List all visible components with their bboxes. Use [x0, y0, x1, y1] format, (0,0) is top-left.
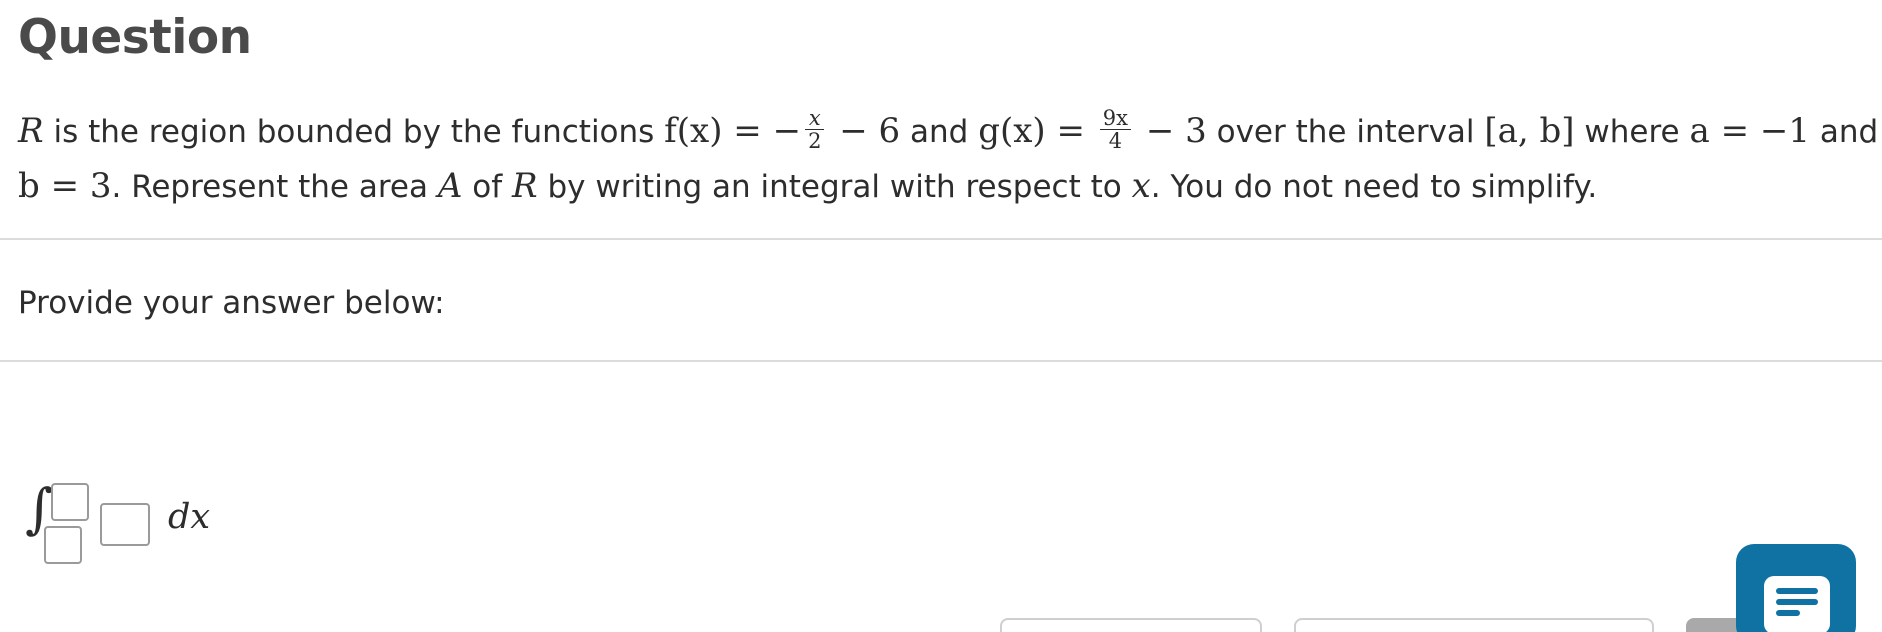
- question-line-1: R is the region bounded by the functions…: [18, 104, 1878, 159]
- chat-bubble-icon: [1764, 576, 1830, 632]
- page-title: Question: [18, 10, 252, 65]
- variable-x: x: [1131, 166, 1151, 206]
- f-denominator: 2: [808, 129, 822, 153]
- question-page: Question R is the region bounded by the …: [0, 0, 1882, 632]
- question-text-part: . You do not need to simplify.: [1150, 169, 1598, 205]
- f-tail: − 6: [828, 111, 901, 151]
- question-text-part: . Represent the area: [111, 169, 438, 205]
- answer-area: ∫ dx: [0, 362, 1882, 632]
- area-symbol: A: [437, 166, 463, 206]
- a-value: a = −1: [1689, 111, 1810, 151]
- answer-prompt: Provide your answer below:: [18, 285, 445, 321]
- interval: [a, b]: [1484, 111, 1575, 151]
- question-text-part: over the interval: [1206, 114, 1485, 150]
- chat-icon-line: [1776, 599, 1818, 605]
- g-tail: − 3: [1135, 111, 1207, 151]
- f-expression: f(x) = −: [664, 111, 801, 151]
- answer-button[interactable]: [1294, 618, 1654, 632]
- f-fraction: x2: [805, 107, 825, 153]
- question-text-part: is the region bounded by the functions: [43, 114, 665, 150]
- f-numerator: x: [805, 107, 825, 130]
- question-text-part: by writing an integral with respect to: [537, 169, 1132, 205]
- question-text-part: and: [900, 114, 979, 150]
- b-value: b = 3: [18, 166, 112, 206]
- region-symbol: R: [512, 166, 538, 206]
- chat-icon-line: [1776, 588, 1818, 594]
- chat-button[interactable]: [1736, 544, 1856, 632]
- g-numerator: 9x: [1099, 107, 1132, 130]
- chat-icon-line: [1776, 610, 1800, 616]
- question-text-part: and: [1809, 114, 1879, 150]
- question-line-2: b = 3. Represent the area A of R by writ…: [18, 159, 1868, 214]
- lower-limit-input[interactable]: [44, 526, 82, 564]
- g-lhs: g(x) =: [978, 111, 1096, 151]
- divider: [0, 238, 1882, 240]
- question-text-part: of: [462, 169, 512, 205]
- differential: dx: [168, 497, 211, 537]
- question-text: R is the region bounded by the functions…: [18, 104, 1878, 214]
- g-fraction: 9x 4: [1099, 107, 1132, 153]
- question-text-part: where: [1574, 114, 1690, 150]
- upper-limit-input[interactable]: [51, 483, 89, 521]
- integrand-input[interactable]: [100, 503, 150, 546]
- g-denominator: 4: [1108, 129, 1123, 153]
- answer-button[interactable]: [1000, 618, 1262, 632]
- f-lhs: f(x) = −: [664, 111, 802, 151]
- region-symbol: R: [18, 111, 44, 151]
